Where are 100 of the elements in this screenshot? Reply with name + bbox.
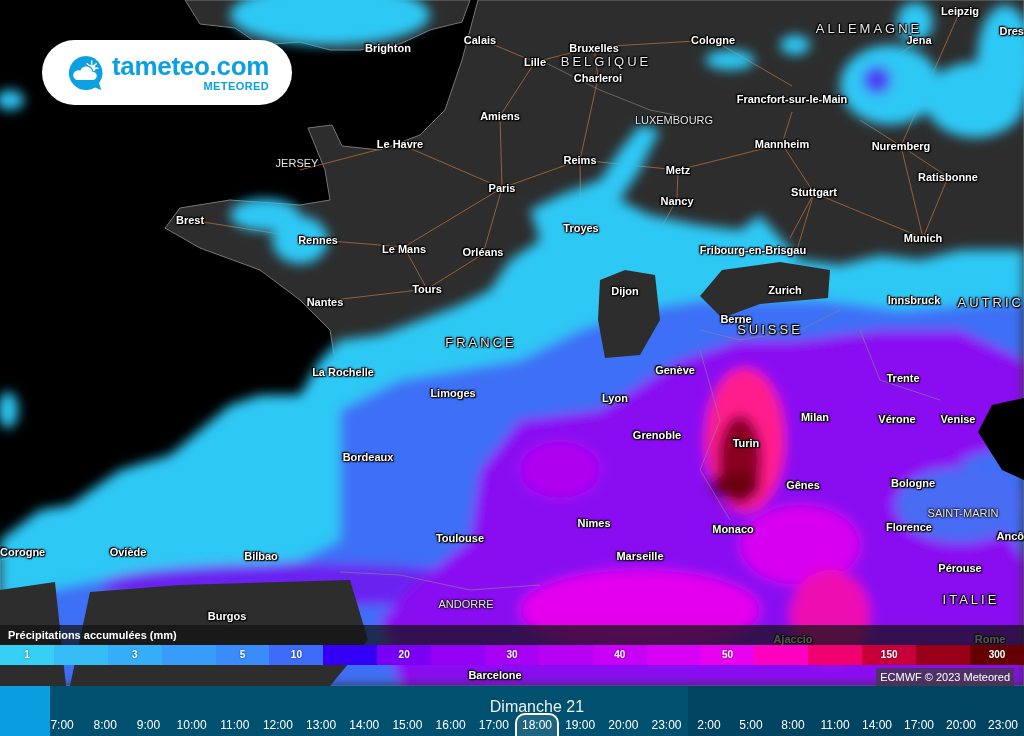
legend-step: 10 xyxy=(269,645,324,665)
legend-step: 5 xyxy=(215,645,270,665)
time-option[interactable]: 15:00 xyxy=(385,713,430,736)
legend-step: 20 xyxy=(377,645,432,665)
brand-tagline: METEORED xyxy=(203,81,270,92)
legend-step: 30 xyxy=(485,645,539,665)
legend-step: 3 xyxy=(107,645,162,665)
city-label: Milan xyxy=(800,410,830,424)
city-label: Burgos xyxy=(207,609,247,623)
city-label: Pérouse xyxy=(938,561,982,575)
city-label: Leipzig xyxy=(941,4,979,18)
city-label: Ancô xyxy=(996,529,1024,543)
country-label: ITALIE xyxy=(942,592,1000,608)
legend-step: 1 xyxy=(0,645,54,665)
legend-title: Précipitations accumulées (mm) xyxy=(8,629,177,641)
city-label: Nuremberg xyxy=(871,139,931,153)
city-label: Munich xyxy=(903,231,943,245)
time-option[interactable]: 11:00 xyxy=(814,713,856,736)
city-label: Bordeaux xyxy=(342,450,394,464)
city-label: Corogne xyxy=(0,545,46,559)
country-label: LUXEMBOURG xyxy=(634,113,714,127)
legend-step: 40 xyxy=(592,645,647,665)
city-label: Mannheim xyxy=(754,137,810,151)
city-label: Oviède xyxy=(109,545,147,559)
city-label: Turin xyxy=(732,436,760,450)
timeline-side-panel xyxy=(0,686,50,736)
time-option[interactable]: 23:00 xyxy=(644,713,689,736)
time-option[interactable]: 10:00 xyxy=(170,713,214,736)
time-option[interactable]: 20:00 xyxy=(601,713,645,736)
time-option[interactable]: 12:00 xyxy=(256,713,300,736)
city-label: Lille xyxy=(524,55,546,69)
city-label: Venise xyxy=(940,412,976,426)
city-label: Brighton xyxy=(365,41,411,55)
time-option[interactable]: 17:00 xyxy=(472,713,516,736)
city-label: Calais xyxy=(463,33,497,47)
time-option[interactable]: 20:00 xyxy=(940,713,982,736)
city-label: Nantes xyxy=(306,295,344,309)
time-option[interactable]: 5:00 xyxy=(730,713,772,736)
city-label: La Rochelle xyxy=(312,365,374,379)
city-label: Limoges xyxy=(430,386,476,400)
country-label: BELGIQUE xyxy=(560,54,652,70)
city-label: Toulouse xyxy=(435,531,485,545)
city-label: Rome xyxy=(974,632,1006,646)
city-label: Jena xyxy=(906,33,932,47)
city-label: Bologne xyxy=(891,476,935,490)
city-label: Metz xyxy=(665,163,691,177)
city-label: Gênes xyxy=(786,478,820,492)
city-label: Orléans xyxy=(462,245,504,259)
city-label: Troyes xyxy=(563,221,599,235)
city-label: Dres xyxy=(999,24,1024,38)
city-label: Berne xyxy=(720,312,752,325)
country-label: FRANCE xyxy=(445,335,517,351)
city-label: Reims xyxy=(563,153,597,167)
city-label: Stuttgart xyxy=(791,185,837,199)
time-option[interactable]: 13:00 xyxy=(299,713,343,736)
time-option[interactable]: 9:00 xyxy=(126,713,170,736)
city-label: Paris xyxy=(488,181,516,195)
city-label: Florence xyxy=(886,520,932,534)
city-label: Nancy xyxy=(660,194,694,208)
city-label: Le Mans xyxy=(382,242,426,256)
logo-icon xyxy=(67,53,105,92)
city-label: Dijon xyxy=(611,284,639,298)
city-label: Nimes xyxy=(577,516,611,530)
city-label: Ajaccio xyxy=(773,632,813,646)
time-option[interactable]: 8:00 xyxy=(83,713,127,736)
city-label: Genève xyxy=(655,363,695,377)
time-option[interactable]: 7:00 xyxy=(40,713,84,736)
country-label: SUISSE xyxy=(737,322,803,338)
city-label: Lyon xyxy=(602,391,628,405)
time-option[interactable]: 23:00 xyxy=(982,713,1024,736)
time-option[interactable]: 11:00 xyxy=(213,713,257,736)
city-label: Vérone xyxy=(878,412,916,426)
time-option[interactable]: 14:00 xyxy=(856,713,898,736)
time-option[interactable]: 14:00 xyxy=(342,713,386,736)
time-option[interactable]: 8:00 xyxy=(772,713,814,736)
time-option[interactable]: 17:00 xyxy=(898,713,940,736)
time-option[interactable]: 2:00 xyxy=(688,713,730,736)
city-label: Amiens xyxy=(480,109,520,123)
city-label: Zurich xyxy=(768,283,802,297)
country-label: ANDORRE xyxy=(438,597,494,611)
brand-name: tameteo.com xyxy=(112,53,270,79)
city-label: Barcelone xyxy=(468,668,522,682)
legend-step: 300 xyxy=(970,645,1024,665)
time-option[interactable]: 18:00 xyxy=(515,713,559,736)
city-label: Le Havre xyxy=(376,137,424,151)
day-title: Dimanche 21 xyxy=(489,699,585,715)
city-label: Bilbao xyxy=(244,549,278,563)
city-label: Cologne xyxy=(691,33,735,47)
copyright-label: ECMWF © 2023 Meteored xyxy=(876,668,1014,686)
city-label: Marseille xyxy=(616,549,664,563)
country-label: AUTRIC xyxy=(957,295,1024,311)
city-label: Monaco xyxy=(712,522,754,536)
city-label: Ratisbonne xyxy=(918,170,978,184)
city-label: Grenoble xyxy=(632,428,682,442)
time-option[interactable]: 19:00 xyxy=(558,713,602,736)
time-option[interactable]: 16:00 xyxy=(429,713,473,736)
legend-step: 50 xyxy=(700,645,755,665)
city-label: Trente xyxy=(886,371,920,385)
country-label: SAINT-MARIN xyxy=(927,506,999,520)
city-label: Charleroi xyxy=(573,71,623,85)
